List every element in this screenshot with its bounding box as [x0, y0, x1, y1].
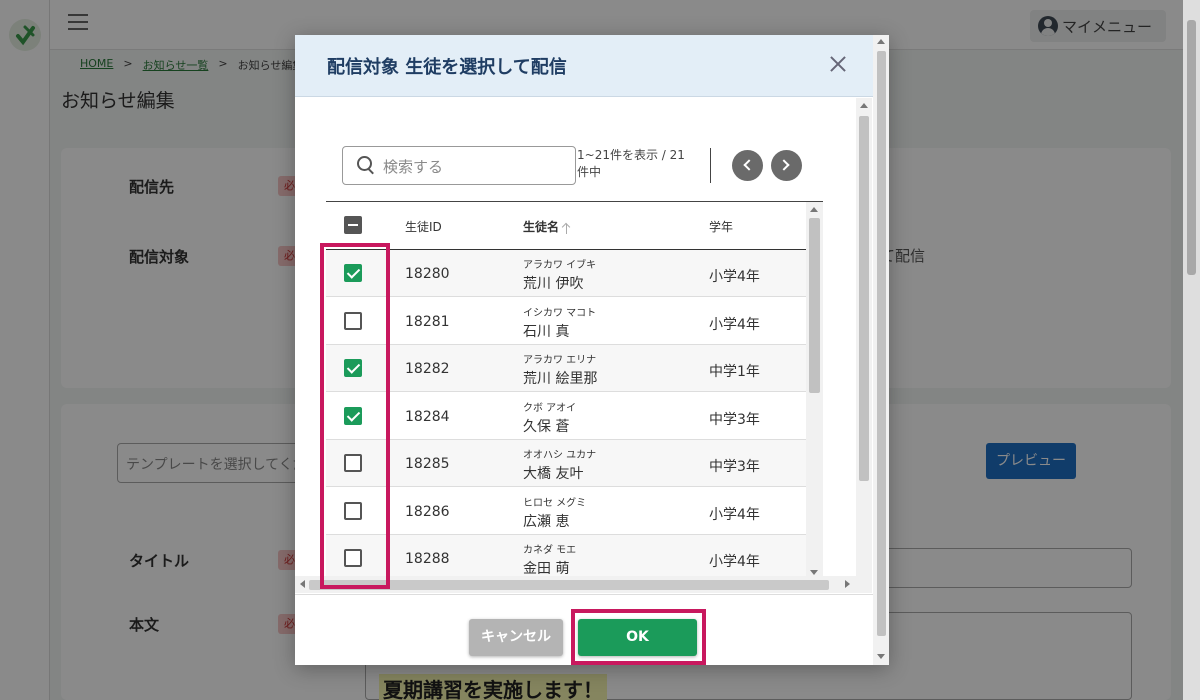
scroll-down-arrow-icon[interactable] — [810, 570, 818, 575]
students-table: 生徒ID 生徒名 学年 18280 アラカワ イブキ 荒川 伊吹 小学4年 18281 イ… — [326, 201, 823, 578]
student-search-input[interactable]: 検索する — [342, 146, 576, 185]
table-scrollbar[interactable] — [806, 202, 823, 578]
table-row[interactable]: 18284 クボ アオイ久保 蒼 中学3年 — [326, 393, 806, 440]
student-id-cell: 18285 — [405, 456, 450, 472]
table-header: 生徒ID 生徒名 学年 — [326, 202, 806, 250]
scroll-left-arrow-icon[interactable] — [300, 580, 305, 588]
student-kana-cell: オオハシ ユカナ — [523, 450, 597, 461]
close-icon[interactable] — [827, 53, 849, 75]
student-name-cell: 金田 萌 — [523, 561, 570, 577]
table-row[interactable]: 18282 アラカワ エリナ荒川 絵里那 中学1年 — [326, 345, 806, 392]
student-name-cell: 石川 真 — [523, 323, 570, 340]
search-icon — [357, 156, 377, 176]
student-name-cell: 広瀬 恵 — [523, 513, 570, 530]
dialog-scrollbar[interactable] — [873, 35, 889, 665]
table-row[interactable]: 18286 ヒロセ メグミ広瀬 恵 小学4年 — [326, 488, 806, 535]
sort-arrow-icon — [562, 222, 572, 234]
student-name-cell: 久保 蒼 — [523, 418, 570, 435]
checkbox-column-highlight — [320, 243, 390, 589]
prev-page-button[interactable] — [732, 150, 763, 181]
next-page-button[interactable] — [771, 150, 802, 181]
student-id-cell: 18286 — [405, 503, 450, 520]
student-kana-cell: クボ アオイ — [523, 402, 577, 414]
grade-cell: 中学3年 — [709, 459, 760, 475]
student-id-cell: 18284 — [405, 408, 450, 425]
pager-divider — [710, 148, 711, 183]
column-student-name[interactable]: 生徒名 — [523, 218, 572, 235]
student-kana-cell: イシカワ マコト — [523, 307, 597, 319]
chevron-right-icon — [778, 159, 790, 171]
dialog-title: 配信対象 生徒を選択して配信 — [327, 57, 567, 78]
student-name-cell: 荒川 伊吹 — [523, 276, 584, 292]
student-kana-cell: ヒロセ メグミ — [523, 497, 587, 509]
chevron-left-icon — [743, 159, 755, 171]
column-student-id[interactable]: 生徒ID — [405, 218, 442, 235]
grade-cell: 小学4年 — [709, 316, 760, 333]
scroll-up-arrow-icon[interactable] — [860, 103, 868, 108]
student-id-cell: 18282 — [405, 361, 450, 377]
student-kana-cell: カネダ モエ — [523, 545, 577, 556]
grade-cell: 中学3年 — [709, 411, 760, 428]
student-kana-cell: アラカワ イブキ — [523, 260, 597, 271]
grade-cell: 小学4年 — [709, 269, 760, 285]
table-row[interactable]: 18288 カネダ モエ金田 萌 小学4年 — [326, 535, 806, 578]
result-range-text: 1~21件を表示 / 21件中 — [577, 148, 685, 179]
ok-button-highlight — [571, 609, 706, 665]
dialog-body-scroll-thumb[interactable] — [859, 116, 869, 481]
grade-cell: 小学4年 — [709, 506, 760, 523]
table-row[interactable]: 18281 イシカワ マコト石川 真 小学4年 — [326, 298, 806, 345]
scroll-right-arrow-icon[interactable] — [845, 580, 850, 588]
scroll-down-arrow-icon[interactable] — [877, 654, 885, 659]
student-kana-cell: アラカワ エリナ — [523, 355, 597, 366]
dialog-header: 配信対象 生徒を選択して配信 — [295, 35, 873, 97]
table-scroll-thumb[interactable] — [809, 218, 820, 393]
student-name-cell: 大橋 友叶 — [523, 466, 584, 482]
dialog-body-scrollbar[interactable] — [856, 98, 872, 593]
student-id-cell: 18280 — [405, 266, 450, 282]
table-row[interactable]: 18280 アラカワ イブキ荒川 伊吹 小学4年 — [326, 250, 806, 297]
column-grade[interactable]: 学年 — [709, 218, 733, 235]
search-placeholder: 検索する — [383, 158, 444, 176]
dialog-scroll-thumb[interactable] — [877, 51, 886, 636]
table-row[interactable]: 18285 オオハシ ユカナ大橋 友叶 中学3年 — [326, 440, 806, 487]
student-name-cell: 荒川 絵里那 — [523, 371, 598, 387]
page-scroll-thumb[interactable] — [1187, 20, 1196, 275]
scroll-up-arrow-icon[interactable] — [877, 39, 885, 44]
select-all-checkbox[interactable] — [344, 216, 362, 234]
grade-cell: 小学4年 — [709, 554, 760, 570]
grade-cell: 中学1年 — [709, 364, 760, 380]
column-student-name-label: 生徒名 — [523, 220, 560, 234]
student-id-cell: 18281 — [405, 313, 450, 330]
scroll-up-arrow-icon[interactable] — [810, 207, 818, 212]
cancel-button[interactable]: キャンセル — [469, 619, 563, 656]
page-scrollbar[interactable] — [1183, 0, 1200, 700]
student-id-cell: 18288 — [405, 551, 450, 567]
